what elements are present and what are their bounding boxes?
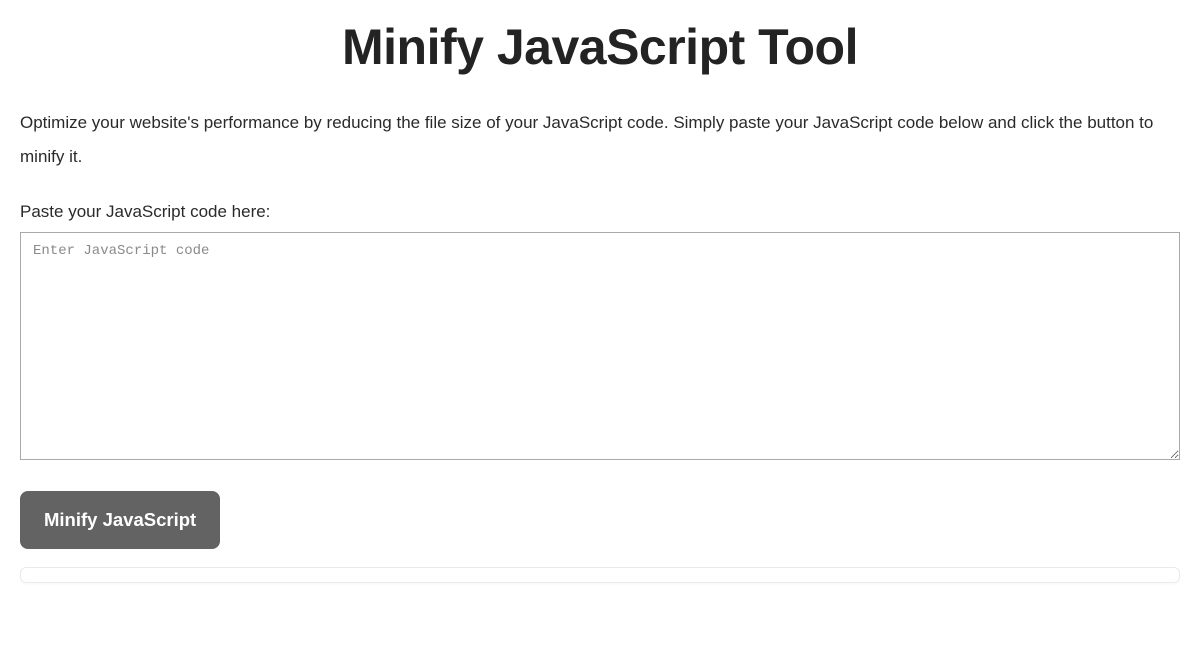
input-label: Paste your JavaScript code here: (20, 202, 1180, 222)
output-box (20, 567, 1180, 583)
page-container: Minify JavaScript Tool Optimize your web… (0, 18, 1200, 583)
minify-button[interactable]: Minify JavaScript (20, 491, 220, 549)
page-title: Minify JavaScript Tool (20, 18, 1180, 76)
page-description: Optimize your website's performance by r… (20, 106, 1180, 174)
javascript-input[interactable] (20, 232, 1180, 460)
